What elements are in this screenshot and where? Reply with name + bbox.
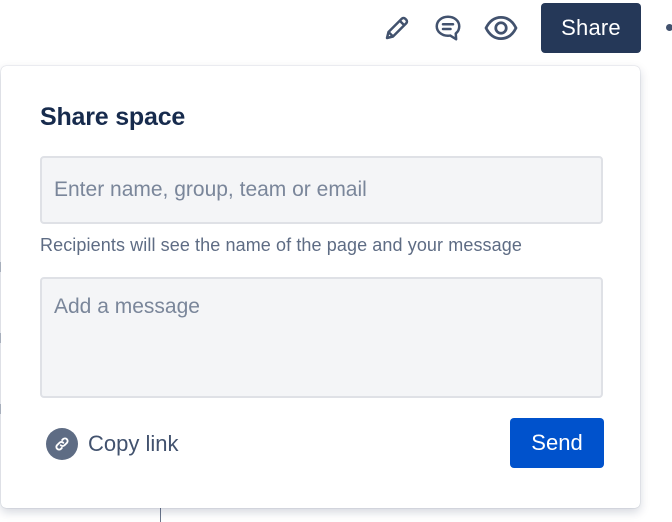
pencil-icon bbox=[385, 16, 409, 40]
more-dots-icon[interactable] bbox=[666, 24, 672, 31]
edit-button[interactable] bbox=[379, 10, 415, 46]
comment-button[interactable] bbox=[430, 10, 466, 46]
copy-link-button[interactable]: Copy link bbox=[46, 427, 178, 461]
helper-text: Recipients will see the name of the page… bbox=[40, 235, 522, 255]
comment-icon bbox=[435, 15, 461, 41]
recipient-input[interactable] bbox=[40, 156, 603, 224]
link-icon bbox=[46, 428, 78, 460]
share-button[interactable]: Share bbox=[541, 3, 641, 53]
popup-title: Share space bbox=[40, 103, 186, 131]
send-button[interactable]: Send bbox=[510, 418, 604, 468]
page: Share Share space Recipients will see th… bbox=[0, 0, 672, 522]
eye-icon bbox=[484, 16, 518, 40]
share-popup: Share space Recipients will see the name… bbox=[1, 66, 640, 508]
copy-link-label: Copy link bbox=[88, 431, 179, 456]
watch-button[interactable] bbox=[483, 10, 519, 46]
message-textarea[interactable] bbox=[40, 277, 603, 398]
